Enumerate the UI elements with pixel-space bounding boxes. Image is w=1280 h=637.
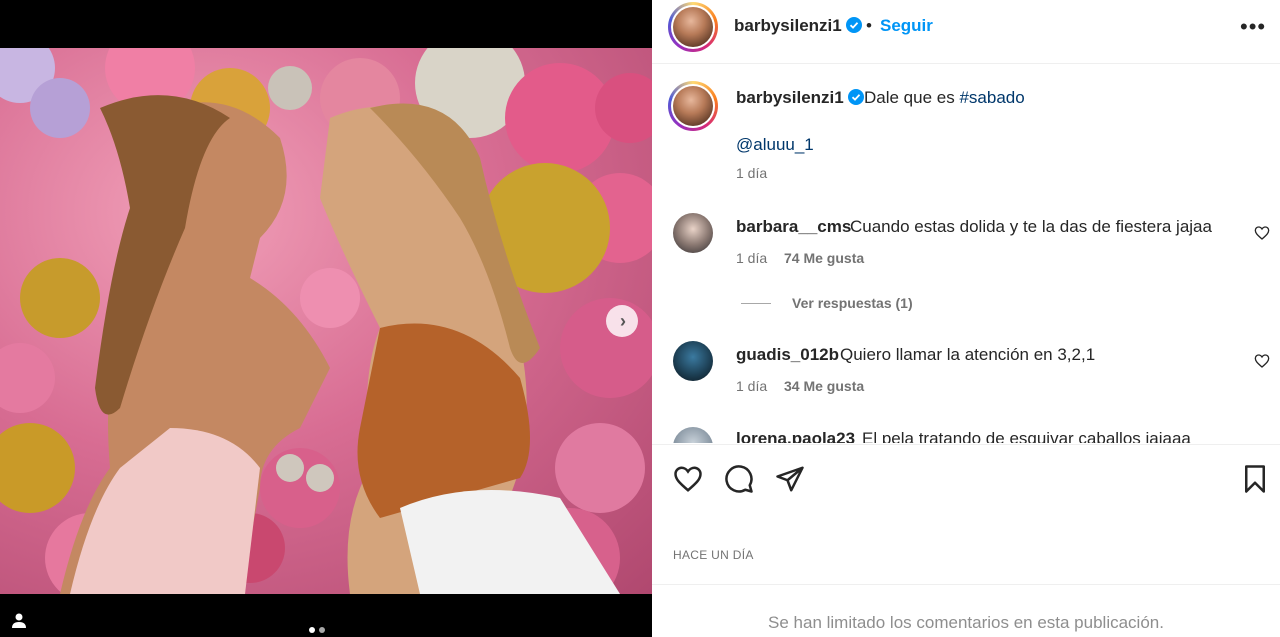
- photo-illustration: [0, 48, 652, 594]
- post-photo: [0, 48, 652, 594]
- verified-badge-icon: [847, 89, 864, 105]
- next-photo-button[interactable]: ›: [606, 305, 638, 337]
- verified-badge-icon: [845, 17, 862, 33]
- comment-username[interactable]: barbara__cms: [736, 217, 851, 237]
- comment-username[interactable]: lorena.paola23: [736, 429, 855, 443]
- comments-limited-notice: Se han limitado los comentarios en esta …: [768, 613, 1164, 632]
- comments-list[interactable]: barbysilenzi1 Dale que es #sabado @aluuu…: [652, 65, 1280, 443]
- comments-limited-bar: Se han limitado los comentarios en esta …: [652, 584, 1280, 637]
- share-paper-plane-icon[interactable]: [775, 464, 805, 494]
- chevron-right-icon: ›: [620, 311, 626, 331]
- author-username[interactable]: barbysilenzi1: [734, 16, 862, 36]
- carousel-indicator: [309, 627, 325, 633]
- author-avatar[interactable]: [668, 2, 718, 52]
- caption-username[interactable]: barbysilenzi1: [736, 88, 864, 108]
- comment-avatar[interactable]: [673, 427, 713, 443]
- caption-avatar[interactable]: [668, 81, 718, 131]
- action-bar: [652, 444, 1280, 514]
- comment-avatar[interactable]: [673, 213, 713, 253]
- comment-time: 1 día: [736, 378, 768, 394]
- comment-avatar[interactable]: [673, 341, 713, 381]
- posted-time[interactable]: HACE UN DÍA: [673, 548, 754, 562]
- carousel-dot-active: [309, 627, 315, 633]
- comment-likes[interactable]: 34 Me gusta: [784, 378, 864, 394]
- comment-likes[interactable]: 74 Me gusta: [784, 250, 864, 266]
- caption-text: Dale que es #sabado: [864, 88, 1025, 107]
- carousel-dot: [319, 627, 325, 633]
- follow-button[interactable]: Seguir: [880, 16, 933, 36]
- caption-mention[interactable]: @aluuu_1: [736, 135, 814, 155]
- separator-dot: •: [866, 16, 872, 35]
- replies-divider: [741, 303, 771, 304]
- caption-time[interactable]: 1 día: [736, 165, 767, 181]
- post-media: ›: [0, 0, 652, 637]
- comment-bubble-icon[interactable]: [724, 464, 754, 494]
- view-replies-button[interactable]: Ver respuestas (1): [792, 295, 913, 311]
- comment-like-heart-icon[interactable]: [1254, 225, 1270, 241]
- caption-hashtag[interactable]: #sabado: [959, 88, 1024, 107]
- comment-username[interactable]: guadis_012b: [736, 345, 839, 365]
- save-bookmark-icon[interactable]: [1240, 464, 1270, 494]
- post-panel: barbysilenzi1 • Seguir ••• barbysilenzi1…: [652, 0, 1280, 637]
- comment-text: El pela tratando de esquivar caballos ja…: [862, 429, 1191, 443]
- post-header: barbysilenzi1 • Seguir •••: [652, 0, 1280, 64]
- comment-time: 1 día: [736, 250, 768, 266]
- tagged-users-icon[interactable]: [10, 611, 28, 629]
- comment-text: Cuando estas dolida y te la das de fiest…: [850, 217, 1212, 236]
- like-heart-icon[interactable]: [673, 464, 703, 494]
- comment-like-heart-icon[interactable]: [1254, 353, 1270, 369]
- comment-text: Quiero llamar la atención en 3,2,1: [840, 345, 1096, 364]
- more-options-icon[interactable]: •••: [1240, 14, 1266, 40]
